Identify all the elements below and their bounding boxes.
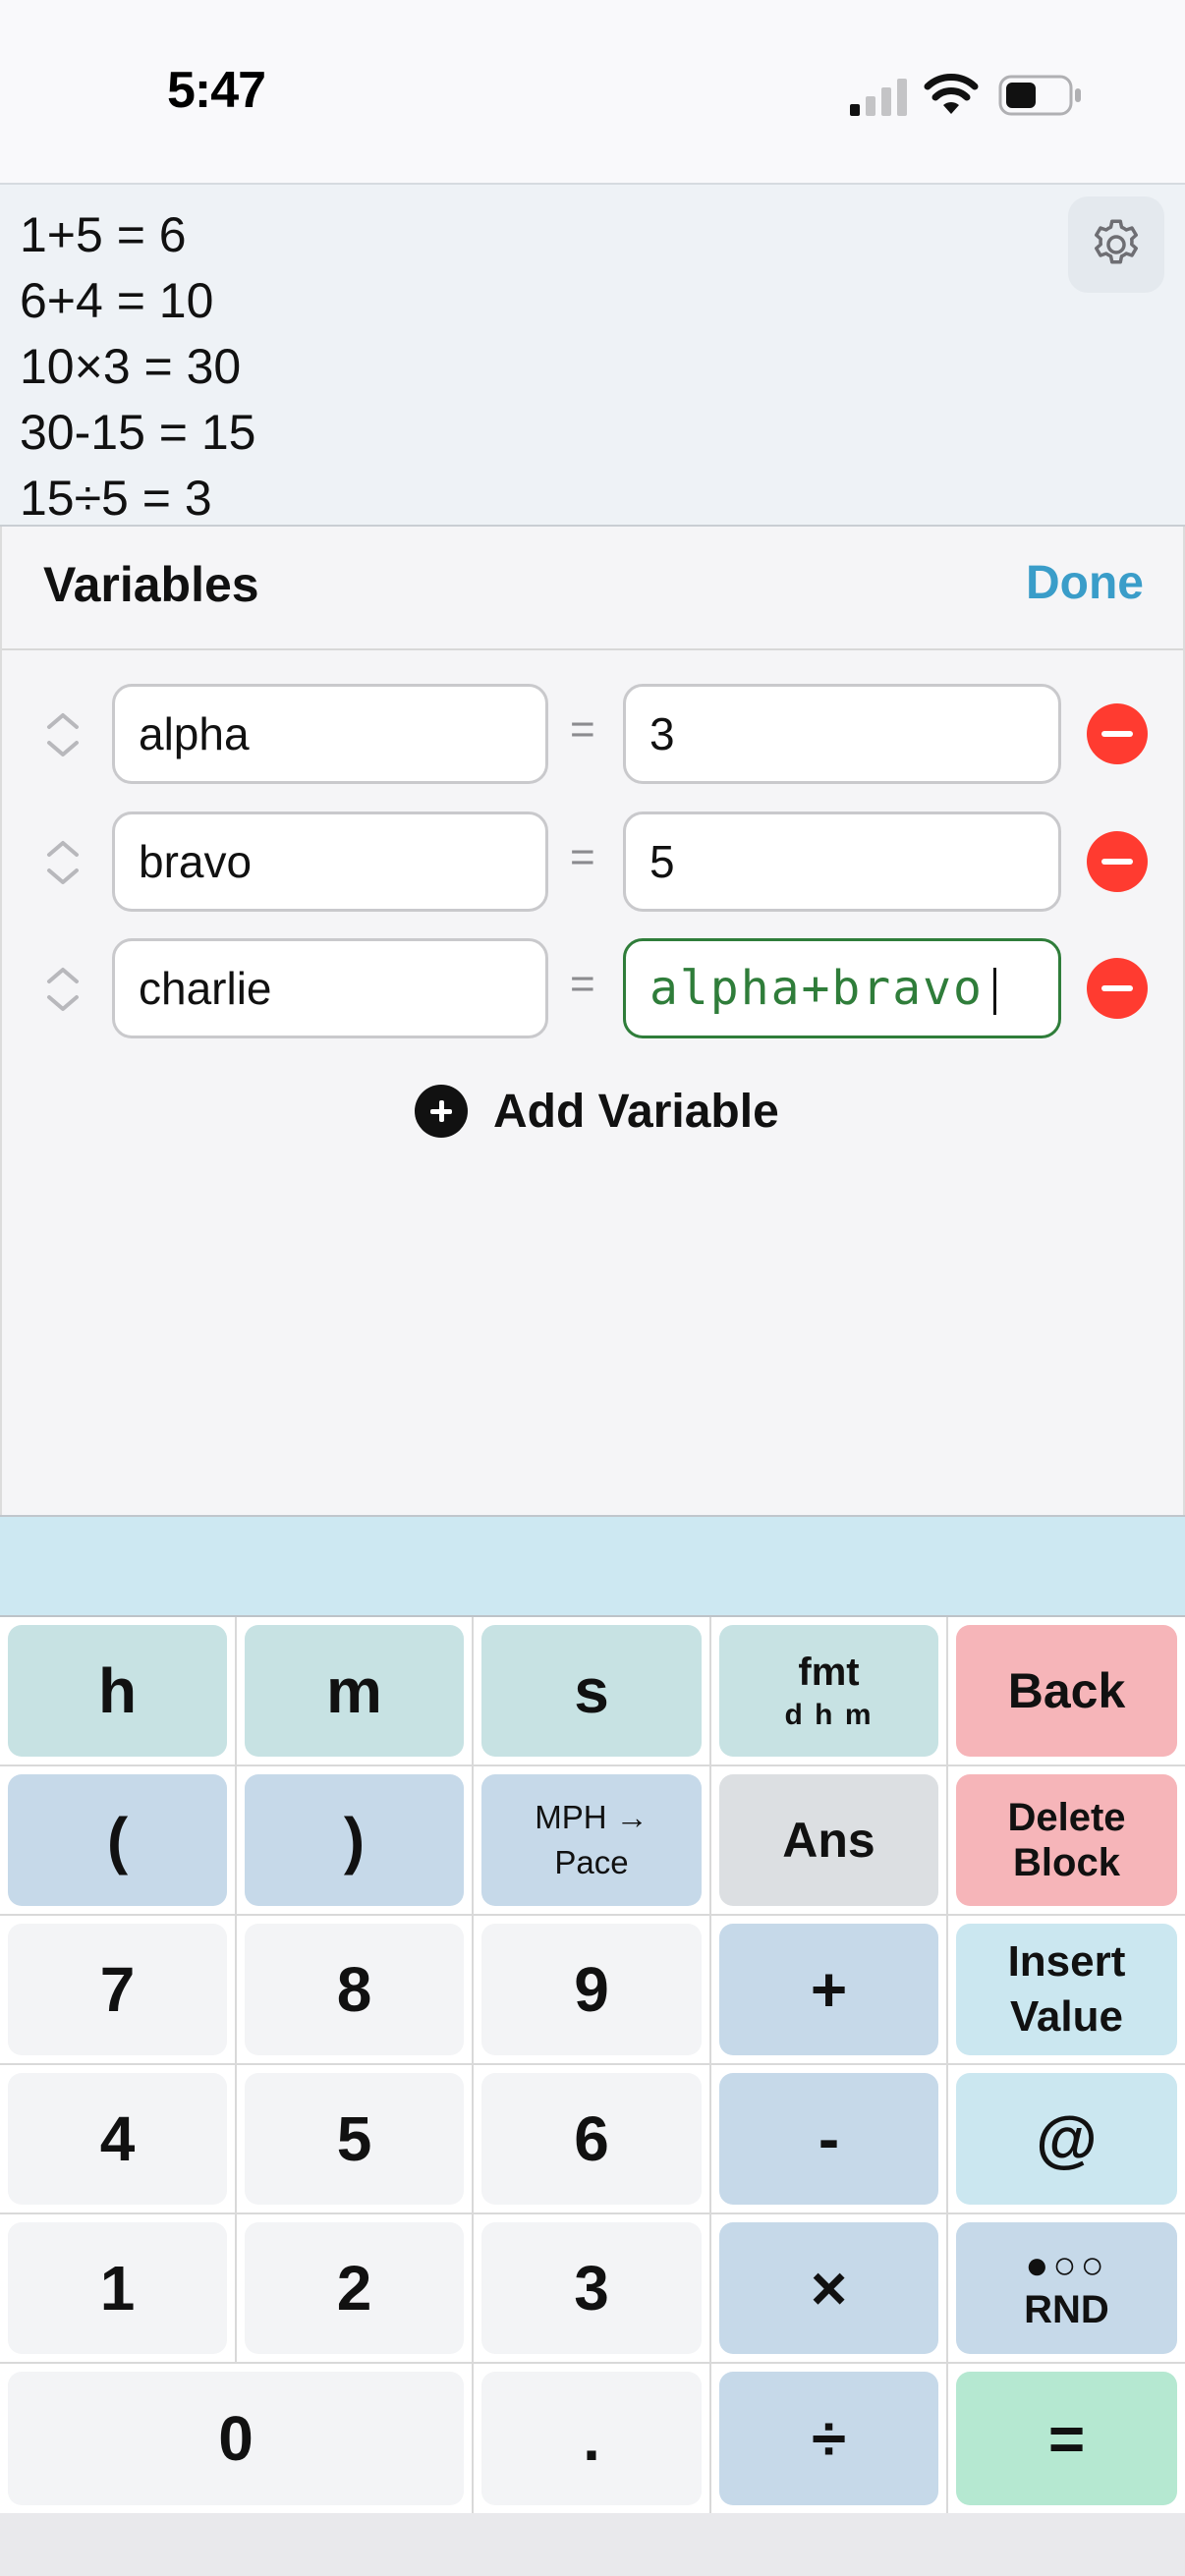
variable-value-field[interactable]: 5 [623, 812, 1061, 912]
calculation-history: 1+5 = 6 6+4 = 10 10×3 = 30 30-15 = 15 15… [0, 183, 1185, 527]
rounding-dots-icon: ●○○ [1025, 2244, 1108, 2287]
settings-button[interactable] [1068, 196, 1164, 293]
plus-circle-icon [415, 1085, 468, 1138]
add-variable-button[interactable]: Add Variable [415, 1077, 779, 1146]
variables-panel: Variables Done alpha = 3 bravo = 5 charl… [0, 527, 1185, 1515]
key-minus[interactable]: - [719, 2073, 938, 2205]
key-delete-line2: Block [1013, 1841, 1120, 1884]
done-button[interactable]: Done [1026, 556, 1144, 610]
key-equals[interactable]: = [956, 2372, 1177, 2505]
key-m[interactable]: m [245, 1625, 464, 1757]
variables-title: Variables [43, 557, 259, 612]
variables-header: Variables Done [2, 527, 1183, 650]
battery-icon [998, 75, 1081, 116]
equals-sign: = [570, 833, 595, 881]
history-line[interactable]: 15÷5 = 3 [20, 466, 255, 532]
key-0[interactable]: 0 [8, 2372, 464, 2505]
variable-row: charlie = alpha+bravo [2, 938, 1183, 1040]
variable-name-field[interactable]: bravo [112, 812, 548, 912]
history-line[interactable]: 30-15 = 15 [20, 400, 255, 466]
variable-name-field[interactable]: alpha [112, 684, 548, 784]
key-plus[interactable]: + [719, 1924, 938, 2055]
gear-icon [1095, 219, 1138, 264]
key-mph-pace[interactable]: MPH → Pace [481, 1774, 702, 1906]
key-divide[interactable]: ÷ [719, 2372, 938, 2505]
key-insert-line2: Value [1010, 1992, 1123, 2041]
key-fmt-sub: d h m [784, 1699, 874, 1731]
key-back[interactable]: Back [956, 1625, 1177, 1757]
cellular-signal-icon [850, 79, 907, 116]
equals-sign: = [570, 705, 595, 754]
key-7[interactable]: 7 [8, 1924, 227, 2055]
key-6[interactable]: 6 [481, 2073, 702, 2205]
key-9[interactable]: 9 [481, 1924, 702, 2055]
key-insert-line1: Insert [1007, 1937, 1126, 1986]
key-3[interactable]: 3 [481, 2222, 702, 2354]
key-mph-line1: MPH → [535, 1799, 649, 1835]
variable-value-field-active[interactable]: alpha+bravo [623, 938, 1061, 1038]
remove-variable-button[interactable] [1087, 958, 1148, 1019]
history-line[interactable]: 6+4 = 10 [20, 268, 255, 334]
key-5[interactable]: 5 [245, 2073, 464, 2205]
key-at[interactable]: @ [956, 2073, 1177, 2205]
key-delete-line1: Delete [1007, 1796, 1126, 1839]
reorder-handle-icon[interactable] [41, 833, 85, 892]
add-variable-label: Add Variable [493, 1085, 779, 1138]
key-s[interactable]: s [481, 1625, 702, 1757]
key-ans[interactable]: Ans [719, 1774, 938, 1906]
key-1[interactable]: 1 [8, 2222, 227, 2354]
bottom-bar [0, 2513, 1185, 2576]
reorder-handle-icon[interactable] [41, 705, 85, 764]
status-bar: 5:47 [0, 0, 1185, 183]
key-2[interactable]: 2 [245, 2222, 464, 2354]
key-insert-value[interactable]: Insert Value [956, 1924, 1177, 2055]
key-4[interactable]: 4 [8, 2073, 227, 2205]
wifi-icon [924, 74, 979, 114]
equals-sign: = [570, 960, 595, 1008]
key-open-paren[interactable]: ( [8, 1774, 227, 1906]
key-rnd-label: RND [1024, 2288, 1109, 2331]
key-rnd[interactable]: ●○○ RND [956, 2222, 1177, 2354]
history-line[interactable]: 10×3 = 30 [20, 334, 255, 400]
result-display [0, 1515, 1185, 1617]
key-delete-block[interactable]: Delete Block [956, 1774, 1177, 1906]
variable-row: alpha = 3 [2, 684, 1183, 786]
reorder-handle-icon[interactable] [41, 960, 85, 1019]
key-8[interactable]: 8 [245, 1924, 464, 2055]
variable-row: bravo = 5 [2, 812, 1183, 914]
key-mph-line2: Pace [554, 1844, 629, 1880]
variable-value-text: alpha+bravo [649, 961, 984, 1016]
remove-variable-button[interactable] [1087, 703, 1148, 764]
key-times[interactable]: × [719, 2222, 938, 2354]
remove-variable-button[interactable] [1087, 831, 1148, 892]
key-close-paren[interactable]: ) [245, 1774, 464, 1906]
variable-value-field[interactable]: 3 [623, 684, 1061, 784]
variable-name-field[interactable]: charlie [112, 938, 548, 1038]
status-time: 5:47 [167, 62, 266, 119]
key-h[interactable]: h [8, 1625, 227, 1757]
history-line[interactable]: 1+5 = 6 [20, 202, 255, 268]
keypad: h m s fmt d h m Back ( ) MPH → Pace Ans De… [0, 1617, 1185, 2513]
text-caret [992, 968, 996, 1015]
key-fmt[interactable]: fmt d h m [719, 1625, 938, 1757]
key-fmt-label: fmt [798, 1651, 860, 1694]
key-decimal[interactable]: . [481, 2372, 702, 2505]
